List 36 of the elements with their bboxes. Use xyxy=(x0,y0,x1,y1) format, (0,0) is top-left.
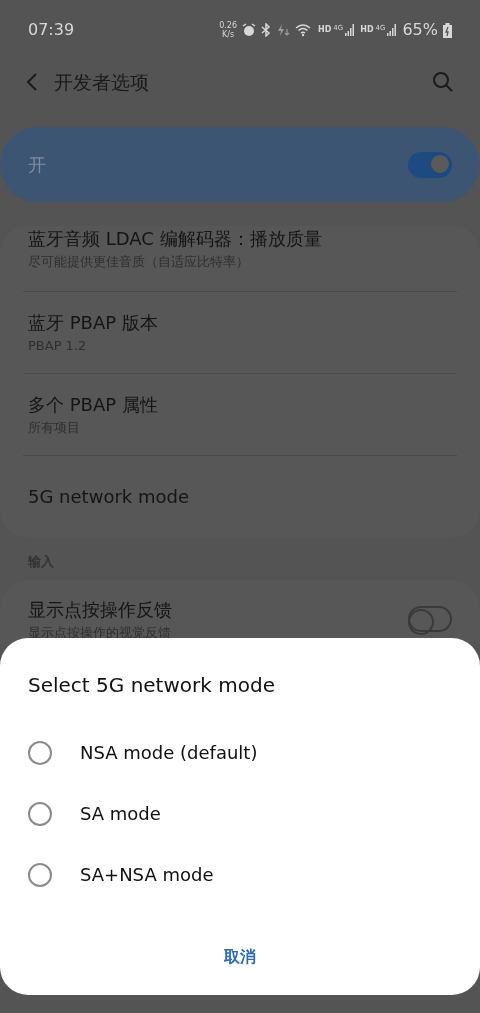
radio-button[interactable] xyxy=(28,862,52,887)
option-label: NSA mode (default) xyxy=(80,741,258,765)
dialog-title: Select 5G network mode xyxy=(28,672,276,699)
cancel-button[interactable]: 取消 xyxy=(214,945,266,969)
search-icon[interactable] xyxy=(432,71,454,93)
hd-label: HD xyxy=(360,24,374,36)
radio-button[interactable] xyxy=(28,801,52,826)
settings-item[interactable]: 5G network mode xyxy=(23,456,457,538)
master-switch-label: 开 xyxy=(28,153,46,177)
flash-icon xyxy=(275,23,290,37)
toggle-switch[interactable] xyxy=(408,605,452,632)
wifi-icon xyxy=(294,23,313,37)
toggle-switch[interactable] xyxy=(408,151,452,178)
option-label: SA mode xyxy=(80,802,161,826)
item-title: 蓝牙 PBAP 版本 xyxy=(28,310,159,335)
hd-label: HD xyxy=(317,24,332,36)
battery-percent: 65% xyxy=(402,19,438,41)
network-speed: 0.26 K/s xyxy=(219,21,237,39)
battery-icon xyxy=(443,22,452,38)
radio-button[interactable] xyxy=(28,740,52,765)
item-title: 5G network mode xyxy=(28,485,190,509)
bluetooth-icon xyxy=(260,23,271,37)
radio-option[interactable]: SA+NSA mode xyxy=(28,844,452,905)
signal-icon xyxy=(387,23,398,37)
page-title: 开发者选项 xyxy=(54,69,149,95)
item-title: 蓝牙音频 LDAC 编解码器：播放质量 xyxy=(28,227,323,251)
item-title: 多个 PBAP 属性 xyxy=(28,392,159,417)
status-time: 07:39 xyxy=(28,19,75,41)
radio-option[interactable]: SA mode xyxy=(28,783,452,844)
back-icon[interactable] xyxy=(26,72,38,92)
radio-option[interactable]: NSA mode (default) xyxy=(28,722,452,783)
item-title: 显示点按操作反馈 xyxy=(28,597,172,622)
master-switch-bar[interactable]: 开 xyxy=(0,127,480,202)
signal-icon xyxy=(345,23,356,37)
option-label: SA+NSA mode xyxy=(80,863,214,887)
alarm-icon xyxy=(241,23,256,37)
